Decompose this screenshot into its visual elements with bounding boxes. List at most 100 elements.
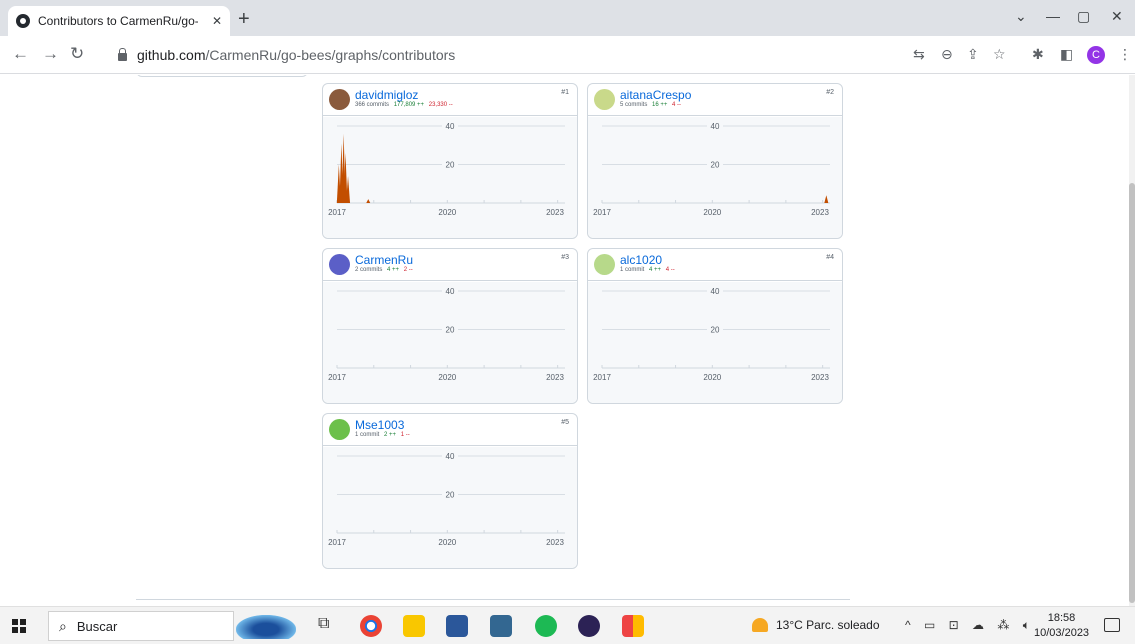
clock-time: 18:58: [1047, 612, 1076, 624]
notifications-icon[interactable]: [1104, 618, 1120, 632]
new-tab-button[interactable]: +: [238, 8, 250, 31]
more-icon[interactable]: ⋮: [1118, 46, 1132, 63]
commit-count[interactable]: 5 commits: [620, 102, 647, 108]
commit-count[interactable]: 366 commits: [355, 102, 389, 108]
address-bar[interactable]: github.com/CarmenRu/go-bees/graphs/contr…: [106, 41, 786, 69]
page-content: davidmigloz 366 commits 177,809 ++ 23,33…: [0, 75, 1135, 606]
y-tick-label: 20: [446, 326, 455, 335]
y-tick-label: 40: [711, 287, 720, 296]
back-button[interactable]: ←: [12, 44, 29, 64]
avatar[interactable]: [594, 89, 615, 110]
window-close-button[interactable]: ✕: [1111, 8, 1123, 25]
contributor-stats: 1 commit 2 ++ 1 --: [355, 432, 410, 438]
avatar[interactable]: [329, 89, 350, 110]
scrollbar-thumb[interactable]: [1129, 183, 1135, 603]
github-icon: [16, 14, 30, 28]
commit-count[interactable]: 1 commit: [620, 267, 644, 273]
contribution-chart-svg: 40 20 2017 2020 2023: [328, 121, 565, 217]
contributor-rank: #3: [561, 254, 569, 261]
x-tick-label: 2017: [328, 208, 346, 217]
deletions: 2 --: [403, 267, 413, 273]
tab-title: Contributors to CarmenRu/go-be: [38, 14, 198, 28]
minimize-button[interactable]: —: [1046, 8, 1060, 24]
maximize-button[interactable]: ▢: [1077, 8, 1090, 25]
y-tick-label: 40: [446, 287, 455, 296]
browser-toolbar: ← → ↻ github.com/CarmenRu/go-bees/graphs…: [0, 36, 1135, 74]
contributor-stats: 5 commits 16 ++ 4 --: [620, 102, 681, 108]
windows-start-icon[interactable]: [12, 619, 26, 633]
x-tick-label: 2023: [811, 373, 829, 382]
contribution-spike: [366, 199, 371, 203]
contributor-card: davidmigloz 366 commits 177,809 ++ 23,33…: [322, 83, 578, 239]
contributor-name[interactable]: davidmigloz: [355, 88, 418, 102]
x-tick-label: 2017: [328, 538, 346, 547]
y-tick-label: 20: [446, 161, 455, 170]
system-tray-icons[interactable]: ^ ▭ ⊡ ☁ ⁂ 🔈︎: [905, 618, 1035, 633]
search-highlight-icon[interactable]: [236, 615, 296, 639]
contributor-name[interactable]: Mse1003: [355, 418, 404, 432]
zoom-icon[interactable]: ⊖: [941, 46, 953, 63]
x-tick-label: 2017: [593, 208, 611, 217]
x-tick-label: 2020: [703, 208, 721, 217]
chrome-icon[interactable]: [360, 615, 382, 637]
tab-close-button[interactable]: ✕: [212, 14, 222, 28]
contributor-stats: 2 commits 4 ++ 2 --: [355, 267, 413, 273]
contribution-chart-svg: 40 20 2017 2020 2023: [593, 286, 830, 382]
postgresql-icon[interactable]: [490, 615, 512, 637]
deletions: 1 --: [400, 432, 410, 438]
contributor-card-header: CarmenRu 2 commits 4 ++ 2 -- #3: [323, 249, 577, 281]
contributor-name[interactable]: aitanaCrespo: [620, 88, 691, 102]
y-tick-label: 20: [711, 326, 720, 335]
forward-button[interactable]: →: [42, 44, 59, 64]
contributor-stats: 366 commits 177,809 ++ 23,330 --: [355, 102, 453, 108]
y-tick-label: 40: [446, 452, 455, 461]
contributor-card: Mse1003 1 commit 2 ++ 1 -- #5 40 20 2017 20…: [322, 413, 578, 569]
contribution-chart: 40 20 2017 2020 2023: [323, 117, 577, 238]
deletions: 4 --: [672, 102, 682, 108]
y-tick-label: 40: [446, 122, 455, 131]
translate-icon[interactable]: ⇆: [913, 46, 925, 63]
contributor-card: CarmenRu 2 commits 4 ++ 2 -- #3 40 20 2017…: [322, 248, 578, 404]
avatar[interactable]: [329, 419, 350, 440]
additions: 4 ++: [387, 267, 400, 273]
additions: 2 ++: [384, 432, 397, 438]
contributor-rank: #1: [561, 89, 569, 96]
share-icon[interactable]: ⇪: [967, 46, 979, 63]
taskbar-search-box[interactable]: ⌕ Buscar: [48, 611, 234, 641]
contribution-chart: 40 20 2017 2020 2023: [323, 282, 577, 403]
x-tick-label: 2020: [438, 538, 456, 547]
avatar[interactable]: [594, 254, 615, 275]
commit-count[interactable]: 2 commits: [355, 267, 382, 273]
commit-count[interactable]: 1 commit: [355, 432, 379, 438]
eclipse-icon[interactable]: [578, 615, 600, 637]
deletions: 4 --: [665, 267, 675, 273]
contribution-spike: [824, 195, 829, 203]
profile-avatar[interactable]: C: [1087, 46, 1105, 64]
side-panel-icon[interactable]: ◧: [1060, 46, 1073, 63]
url-path: /CarmenRu/go-bees/graphs/contributors: [205, 47, 456, 63]
task-view-icon[interactable]: ⧉: [318, 615, 340, 637]
browser-tab[interactable]: Contributors to CarmenRu/go-be ✕: [8, 6, 230, 36]
app-icon[interactable]: [622, 615, 644, 637]
contributor-card: aitanaCrespo 5 commits 16 ++ 4 -- #2 40 2…: [587, 83, 843, 239]
word-icon[interactable]: [446, 615, 468, 637]
avatar[interactable]: [329, 254, 350, 275]
file-explorer-icon[interactable]: [403, 615, 425, 637]
weather-widget[interactable]: 13°C Parc. soleado: [752, 618, 880, 632]
weather-icon: [752, 618, 768, 632]
contributor-name[interactable]: alc1020: [620, 253, 662, 267]
clock[interactable]: 18:58 10/03/2023: [1034, 611, 1089, 641]
contributor-stats: 1 commit 4 ++ 4 --: [620, 267, 675, 273]
y-tick-label: 20: [446, 491, 455, 500]
search-icon: ⌕: [59, 617, 67, 634]
extensions-icon[interactable]: ✱: [1032, 46, 1044, 63]
contributor-name[interactable]: CarmenRu: [355, 253, 413, 267]
bookmark-star-icon[interactable]: ☆: [993, 46, 1006, 63]
additions: 4 ++: [649, 267, 662, 273]
additions: 177,809 ++: [393, 102, 425, 108]
spotify-icon[interactable]: [535, 615, 557, 637]
reload-button[interactable]: ↻: [70, 44, 84, 64]
contributor-rank: #5: [561, 419, 569, 426]
contributor-card-header: aitanaCrespo 5 commits 16 ++ 4 -- #2: [588, 84, 842, 116]
tab-search-icon[interactable]: ⌄: [1015, 8, 1027, 25]
